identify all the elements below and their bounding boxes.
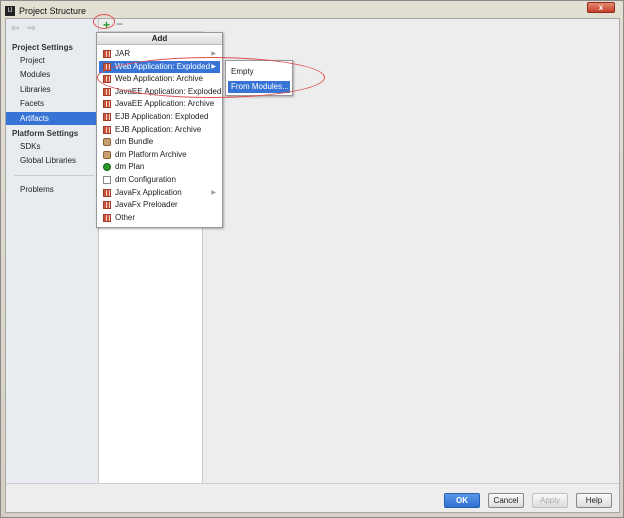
- plan-icon: [103, 163, 111, 172]
- artifacts-toolbar: + −: [99, 17, 203, 32]
- jar-icon: [103, 50, 111, 58]
- jar-icon: [103, 87, 111, 96]
- menu-item-label: Web Application: Exploded: [115, 61, 211, 71]
- web-exploded-submenu: Empty From Modules...: [225, 60, 293, 96]
- menu-item-dm-configuration[interactable]: dm Configuration: [99, 174, 220, 186]
- menu-item-ejb-application-exploded[interactable]: EJB Application: Exploded: [99, 111, 220, 123]
- menu-item-label: JavaFx Application: [115, 187, 182, 197]
- menu-item-label: Other: [115, 212, 136, 222]
- menu-item-web-application-archive[interactable]: Web Application: Archive: [99, 73, 220, 85]
- divider: [14, 175, 94, 176]
- menu-item-other[interactable]: Other: [99, 212, 220, 224]
- sidebar-item-global-libraries[interactable]: Global Libraries: [6, 154, 99, 167]
- menu-item-dm-plan[interactable]: dm Plan: [99, 161, 220, 173]
- project-settings-heading: Project Settings: [12, 43, 73, 52]
- menu-item-label: EJB Application: Archive: [115, 124, 202, 134]
- add-menu-header: Add: [97, 33, 222, 45]
- submenu-item-empty[interactable]: Empty: [228, 66, 290, 78]
- title-bar: IJ Project Structure: [5, 4, 86, 18]
- back-arrow-icon[interactable]: ⇦: [11, 23, 19, 34]
- intellij-logo-icon: IJ: [5, 6, 15, 16]
- forward-arrow-icon[interactable]: ⇨: [27, 23, 35, 34]
- add-menu: Add JAR ▶ Web Application: Exploded ▶ Web Ap…: [96, 32, 223, 228]
- sidebar-item-libraries[interactable]: Libraries: [6, 83, 99, 96]
- jar-icon: [103, 188, 111, 197]
- submenu-arrow-icon: ▶: [211, 189, 216, 196]
- sidebar-item-project[interactable]: Project: [6, 54, 99, 67]
- web-icon: [103, 62, 111, 71]
- remove-artifact-button[interactable]: −: [116, 17, 123, 31]
- web-icon: [103, 75, 111, 84]
- menu-item-label: dm Plan: [115, 162, 145, 172]
- sidebar-item-problems[interactable]: Problems: [6, 183, 99, 196]
- menu-item-javaee-application-exploded[interactable]: JavaEE Application: Exploded: [99, 86, 222, 98]
- jar-icon: [103, 100, 111, 109]
- jar-icon: [103, 201, 111, 210]
- menu-item-label: Web Application: Archive: [115, 74, 203, 84]
- sidebar: ⇦ ⇨ Project Settings Project Modules Libr…: [6, 19, 99, 483]
- menu-item-label: dm Platform Archive: [115, 149, 187, 159]
- menu-item-label: JAR: [115, 49, 131, 58]
- sidebar-item-artifacts[interactable]: Artifacts: [6, 112, 99, 125]
- menu-item-web-application-exploded[interactable]: Web Application: Exploded ▶: [99, 60, 220, 73]
- close-button[interactable]: x: [587, 2, 615, 13]
- bundle-icon: [103, 138, 111, 147]
- menu-item-label: JavaEE Application: Archive: [115, 99, 215, 109]
- menu-item-label: EJB Application: Exploded: [115, 112, 209, 121]
- jar-icon: [103, 125, 111, 134]
- apply-button[interactable]: Apply: [532, 493, 568, 508]
- menu-item-javafx-preloader[interactable]: JavaFx Preloader: [99, 199, 220, 211]
- window-title: Project Structure: [19, 6, 87, 16]
- add-artifact-button[interactable]: +: [103, 18, 110, 32]
- submenu-arrow-icon: ▶: [211, 51, 216, 57]
- menu-item-ejb-application-archive[interactable]: EJB Application: Archive: [99, 124, 220, 136]
- menu-item-label: dm Configuration: [115, 175, 176, 184]
- project-structure-window: IJ Project Structure x ⇦ ⇨ Project Settin…: [0, 0, 624, 518]
- menu-item-label: JavaEE Application: Exploded: [115, 86, 222, 96]
- sidebar-item-modules[interactable]: Modules: [6, 68, 99, 81]
- ok-button[interactable]: OK: [444, 493, 480, 508]
- jar-icon: [103, 213, 111, 222]
- menu-item-dm-bundle[interactable]: dm Bundle: [99, 136, 220, 148]
- bundle-icon: [103, 150, 111, 159]
- submenu-item-from-modules[interactable]: From Modules...: [228, 81, 290, 93]
- sidebar-item-sdks[interactable]: SDKs: [6, 140, 99, 153]
- menu-item-dm-platform-archive[interactable]: dm Platform Archive: [99, 149, 220, 161]
- menu-item-jar[interactable]: JAR ▶: [99, 48, 220, 60]
- help-button[interactable]: Help: [576, 493, 612, 508]
- platform-settings-heading: Platform Settings: [12, 129, 79, 138]
- sidebar-item-facets[interactable]: Facets: [6, 97, 99, 110]
- menu-item-label: dm Bundle: [115, 137, 154, 147]
- menu-item-javafx-application[interactable]: JavaFx Application ▶: [99, 187, 220, 199]
- jar-icon: [103, 113, 111, 121]
- cancel-button[interactable]: Cancel: [488, 493, 524, 508]
- submenu-arrow-icon: ▶: [211, 63, 216, 70]
- button-bar: OK Cancel Apply Help: [6, 483, 619, 512]
- document-icon: [103, 176, 111, 184]
- menu-item-javaee-application-archive[interactable]: JavaEE Application: Archive: [99, 98, 220, 110]
- menu-item-label: JavaFx Preloader: [115, 200, 178, 210]
